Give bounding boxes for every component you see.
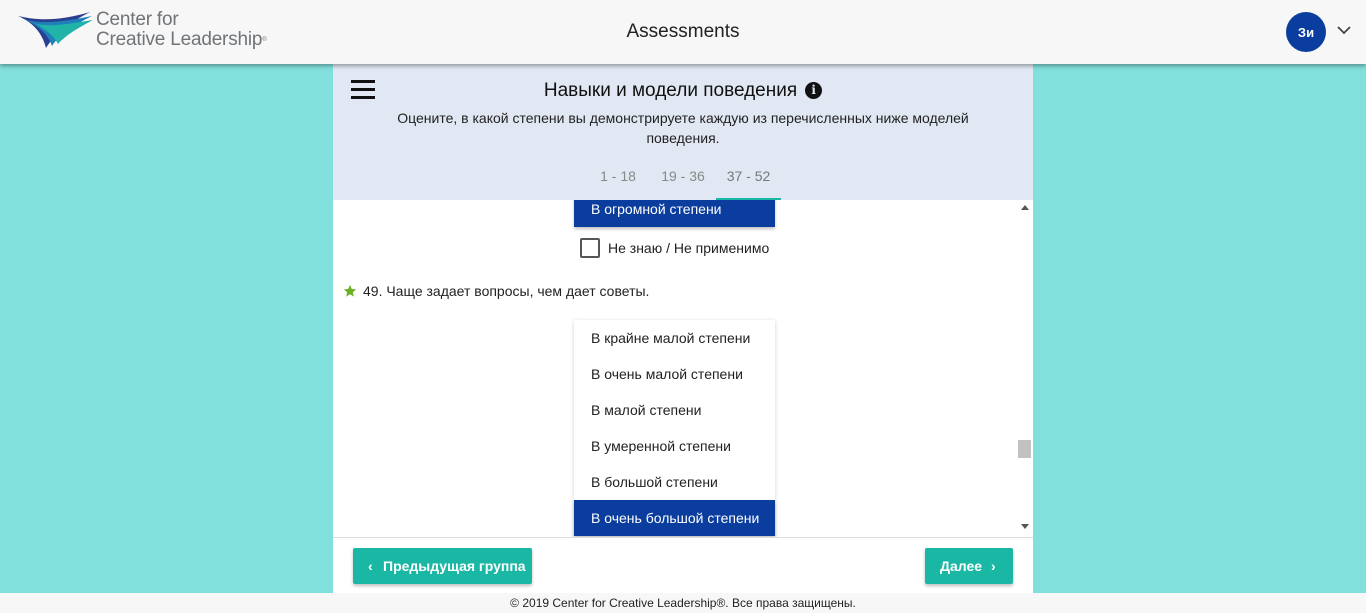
navigation-bar: ‹ Предыдущая группа Далее ›	[333, 537, 1033, 593]
scroll-up-arrow-icon[interactable]	[1021, 205, 1029, 210]
question-text: 49. Чаще задает вопросы, чем дает советы…	[363, 283, 650, 299]
previous-group-label: Предыдущая группа	[383, 558, 526, 574]
option-moderate[interactable]: В умеренной степени	[574, 428, 775, 464]
app-title: Assessments	[626, 21, 740, 42]
question-49: 49. Чаще задает вопросы, чем дает советы…	[343, 283, 649, 299]
info-icon[interactable]: i	[805, 82, 823, 99]
chevron-left-icon: ‹	[368, 558, 373, 574]
copyright-footer: © 2019 Center for Creative Leadership®. …	[0, 593, 1366, 613]
prev-selected-option[interactable]: В огромной степени	[574, 200, 775, 227]
tab-19-36[interactable]: 19 - 36	[655, 168, 711, 200]
top-bar: Center for Creative Leadership® Assessme…	[0, 0, 1366, 64]
tab-37-52[interactable]: 37 - 52	[716, 168, 781, 200]
section-title-text: Навыки и модели поведения	[543, 80, 798, 101]
option-low[interactable]: В малой степени	[574, 392, 775, 428]
section-header: Навыки и модели поведения i Оцените, в ка…	[333, 64, 1033, 200]
star-icon	[343, 284, 357, 297]
next-button[interactable]: Далее ›	[925, 548, 1013, 584]
next-label: Далее	[940, 558, 983, 574]
avatar[interactable]: Зи	[1286, 12, 1326, 52]
option-high[interactable]: В большой степени	[574, 464, 775, 500]
not-applicable-label: Не знаю / Не применимо	[608, 240, 770, 256]
tab-1-18[interactable]: 1 - 18	[591, 168, 645, 200]
chevron-down-icon[interactable]	[1336, 22, 1352, 38]
section-title: Навыки и модели поведения i	[333, 80, 1033, 102]
option-extremely-low[interactable]: В крайне малой степени	[574, 320, 775, 356]
option-very-high[interactable]: В очень большой степени	[574, 500, 775, 536]
chevron-right-icon: ›	[991, 558, 996, 574]
scroll-down-arrow-icon[interactable]	[1021, 524, 1029, 529]
question-range-tabs: 1 - 18 19 - 36 37 - 52	[333, 158, 1033, 200]
assessment-panel: Навыки и модели поведения i Оцените, в ка…	[333, 64, 1033, 593]
questions-scroll-area[interactable]: В огромной степени Не знаю / Не применим…	[333, 200, 1033, 537]
not-applicable-checkbox-row[interactable]: Не знаю / Не применимо	[580, 238, 769, 258]
previous-group-button[interactable]: ‹ Предыдущая группа	[353, 548, 532, 584]
not-applicable-checkbox[interactable]	[580, 238, 600, 258]
section-description: Оцените, в какой степени вы демонстрируе…	[397, 110, 969, 146]
vertical-scrollbar[interactable]	[1017, 200, 1033, 537]
option-very-low[interactable]: В очень малой степени	[574, 356, 775, 392]
scrollbar-thumb[interactable]	[1018, 440, 1031, 458]
